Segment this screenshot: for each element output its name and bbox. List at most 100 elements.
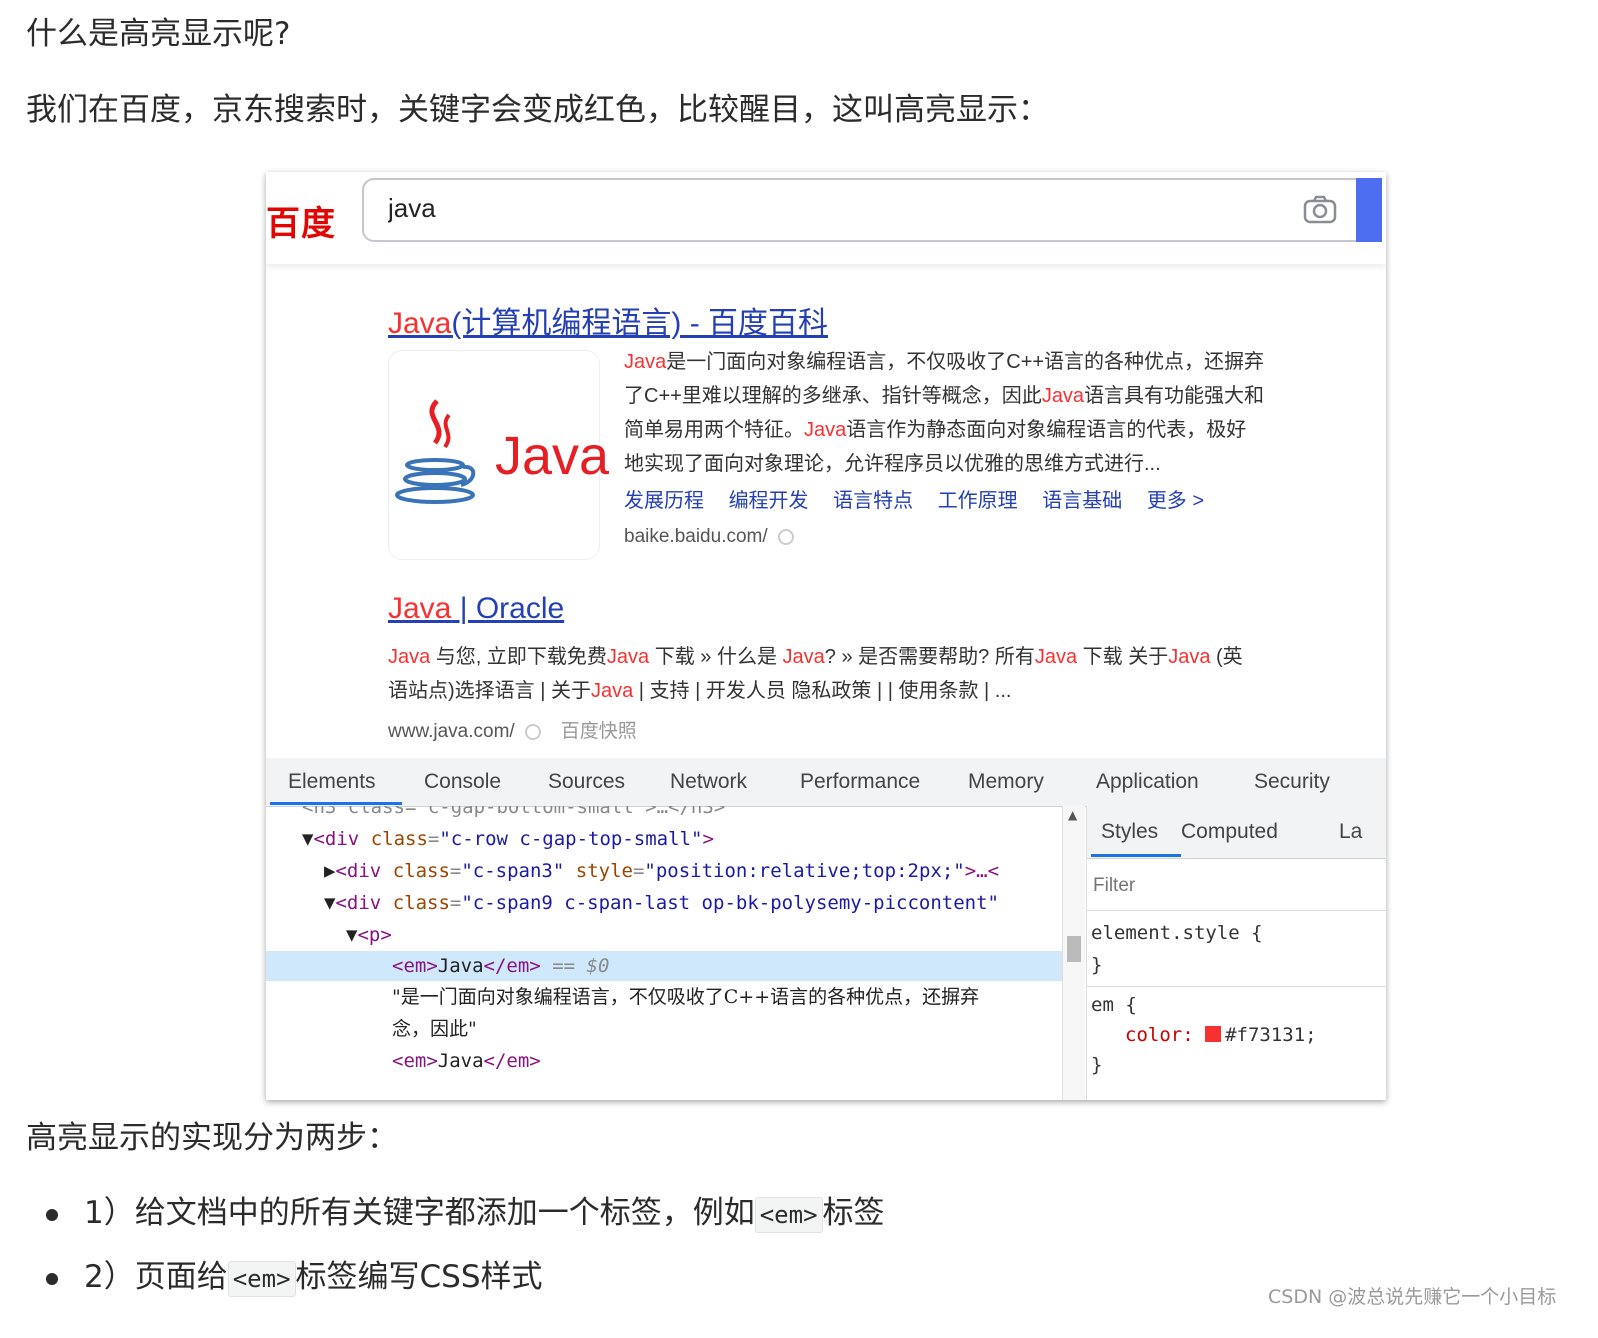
code-line[interactable]: ▼<div class="c-span9 c-span-last op-bk-p… (324, 888, 999, 918)
keyword-highlight: Java (606, 646, 650, 668)
snippet-text: 语言作为静态面向对象编程语言的代表，极好 (846, 419, 1247, 441)
snippet-text: 下载 » 什么是 (649, 646, 783, 668)
dropdown-circle-icon[interactable] (777, 529, 794, 545)
result-url: baike.baidu.com/ (624, 526, 794, 548)
inline-code: <em> (754, 1197, 823, 1233)
css-property: color: (1125, 1024, 1194, 1046)
tab-memory[interactable]: Memory (968, 770, 1044, 794)
search-box[interactable] (362, 178, 1356, 242)
sub-link[interactable]: 工作原理 (938, 490, 1018, 512)
watermark: CSDN @波总说先赚它一个小目标 (1268, 1286, 1557, 1308)
keyword-highlight: Java (590, 680, 634, 702)
css-rule-selector[interactable]: em { (1091, 994, 1137, 1016)
styles-filter-input[interactable] (1091, 868, 1385, 904)
tab-elements[interactable]: Elements (288, 770, 376, 794)
devtools-tab-bar: Elements Console Sources Network Perform… (266, 758, 1386, 807)
tab-performance[interactable]: Performance (800, 770, 920, 794)
java-logo-text: Java (495, 426, 610, 486)
snippet-text: | 支持 | 开发人员 隐私政策 | | 使用条款 | ... (633, 680, 1012, 702)
snippet-text: 简单易用两个特征。 (624, 419, 804, 441)
css-rule-close: } (1091, 1054, 1103, 1076)
sub-link[interactable]: 编程开发 (729, 490, 809, 512)
sub-links: 发展历程 编程开发 语言特点 工作原理 语言基础 更多 > (624, 484, 1223, 513)
sub-link[interactable]: 语言特点 (833, 490, 913, 512)
code-line[interactable]: ▶<div class="c-span3" style="position:re… (324, 856, 999, 886)
snippet-text: 是一门面向对象编程语言，不仅吸收了C++语言的各种优点，还摒弃 (666, 351, 1265, 373)
keyword-highlight: Java (804, 419, 847, 441)
code-line[interactable]: ▼<p> (346, 920, 392, 950)
css-declaration[interactable]: color: #f73131; (1125, 1024, 1317, 1046)
more-link[interactable]: 更多 > (1147, 490, 1204, 512)
tab-application[interactable]: Application (1096, 770, 1199, 794)
highlight-example-screenshot: 百度 Java(计算机编程语言) - 百度百科 Java Java是一门面向对象… (266, 172, 1386, 1100)
snippet-line: Java 与您, 立即下载免费Java 下载 » 什么是 Java? » 是否需… (388, 640, 1243, 669)
tab-computed[interactable]: Computed (1181, 820, 1278, 844)
list-text: 标签编写CSS样式 (295, 1259, 543, 1295)
keyword-highlight: Java (624, 351, 667, 373)
css-rule-selector[interactable]: element.style { (1091, 922, 1263, 944)
list-item: 1）给文档中的所有关键字都添加一个标签，例如 <em> 标签 (46, 1192, 885, 1234)
scrollbar[interactable]: ▲ (1062, 806, 1085, 1100)
tab-layout[interactable]: La (1339, 820, 1362, 844)
color-swatch-icon[interactable] (1205, 1026, 1222, 1042)
keyword-highlight: Java (782, 646, 825, 668)
list-text: 2）页面给 (84, 1259, 228, 1295)
dropdown-circle-icon[interactable] (524, 724, 541, 740)
snippet-text: 语站点)选择语言 | 关于 (388, 680, 591, 702)
keyword-highlight: Java (388, 646, 431, 668)
java-cup-icon (395, 399, 476, 504)
css-rule-close: } (1091, 954, 1103, 976)
tab-network[interactable]: Network (670, 770, 747, 794)
snippet-text: 下载 关于 (1077, 646, 1169, 668)
title-keyword: Java (388, 307, 452, 340)
scroll-up-arrow-icon[interactable]: ▲ (1068, 808, 1077, 822)
camera-icon[interactable] (1302, 194, 1338, 230)
snippet-text: 语言具有功能强大和 (1084, 385, 1265, 407)
active-tab-indicator (1091, 854, 1181, 857)
steps-intro: 高亮显示的实现分为两步： (26, 1120, 398, 1156)
snippet-line: 简单易用两个特征。Java语言作为静态面向对象编程语言的代表，极好 (624, 418, 1246, 442)
keyword-highlight: Java (1041, 385, 1085, 407)
styles-pane: Styles Computed La element.style { } em … (1086, 806, 1386, 1100)
search-input[interactable] (386, 192, 1240, 225)
list-text: 1）给文档中的所有关键字都添加一个标签，例如 (84, 1195, 755, 1231)
result-url: www.java.com/百度快照 (388, 716, 637, 743)
elements-tree: <h3 class="c-gap-bottom-small">…</h3> ▼<… (266, 806, 1062, 1100)
code-line[interactable]: <em>Java</em> (392, 1046, 541, 1076)
intro-question: 什么是高亮显示呢? (26, 16, 291, 52)
sub-link[interactable]: 发展历程 (624, 490, 704, 512)
result-title-oracle[interactable]: Java | Oracle (388, 592, 564, 626)
list-text: 标签 (822, 1195, 885, 1231)
divider (1087, 986, 1386, 987)
selected-node-row[interactable] (266, 951, 1062, 981)
list-item: 2）页面给 <em> 标签编写CSS样式 (46, 1256, 543, 1298)
keyword-highlight: Java (1034, 646, 1078, 668)
intro-paragraph: 我们在百度，京东搜索时，关键字会变成红色，比较醒目，这叫高亮显示： (26, 92, 1049, 128)
java-logo-image[interactable]: Java (388, 350, 609, 560)
code-line[interactable]: 念，因此" (392, 1014, 477, 1044)
tab-styles[interactable]: Styles (1101, 820, 1158, 844)
active-tab-indicator (270, 802, 402, 805)
result-title-baike[interactable]: Java(计算机编程语言) - 百度百科 (388, 298, 828, 342)
title-keyword: Java (388, 592, 452, 625)
code-line: <h3 class="c-gap-bottom-small">…</h3> (302, 806, 726, 818)
tab-sources[interactable]: Sources (548, 770, 625, 794)
code-line[interactable]: "是一门面向对象编程语言，不仅吸收了C++语言的各种优点，还摒弃 (392, 982, 979, 1012)
code-line-selected[interactable]: <em>Java</em> == $0 (392, 951, 609, 981)
snapshot-link[interactable]: 百度快照 (561, 721, 637, 742)
tab-console[interactable]: Console (424, 770, 501, 794)
title-rest: (计算机编程语言) - 百度百科 (451, 307, 829, 340)
snippet-text: 了C++里难以理解的多继承、指针等概念，因此 (624, 385, 1042, 407)
tab-security[interactable]: Security (1254, 770, 1330, 794)
scrollbar-thumb[interactable] (1067, 936, 1081, 962)
baidu-search-header: 百度 (266, 172, 1386, 264)
sub-link[interactable]: 语言基础 (1042, 490, 1122, 512)
code-line[interactable]: ▼<div class="c-row c-gap-top-small"> (302, 824, 714, 854)
keyword-highlight: Java (1168, 646, 1211, 668)
search-button[interactable] (1356, 178, 1382, 242)
snippet-line: 语站点)选择语言 | 关于Java | 支持 | 开发人员 隐私政策 | | 使… (388, 674, 1011, 703)
css-value: #f73131; (1225, 1024, 1317, 1046)
snippet-line: Java是一门面向对象编程语言，不仅吸收了C++语言的各种优点，还摒弃 (624, 350, 1264, 374)
bullet-icon (46, 1272, 58, 1285)
devtools-panel: Elements Console Sources Network Perform… (266, 758, 1386, 1100)
